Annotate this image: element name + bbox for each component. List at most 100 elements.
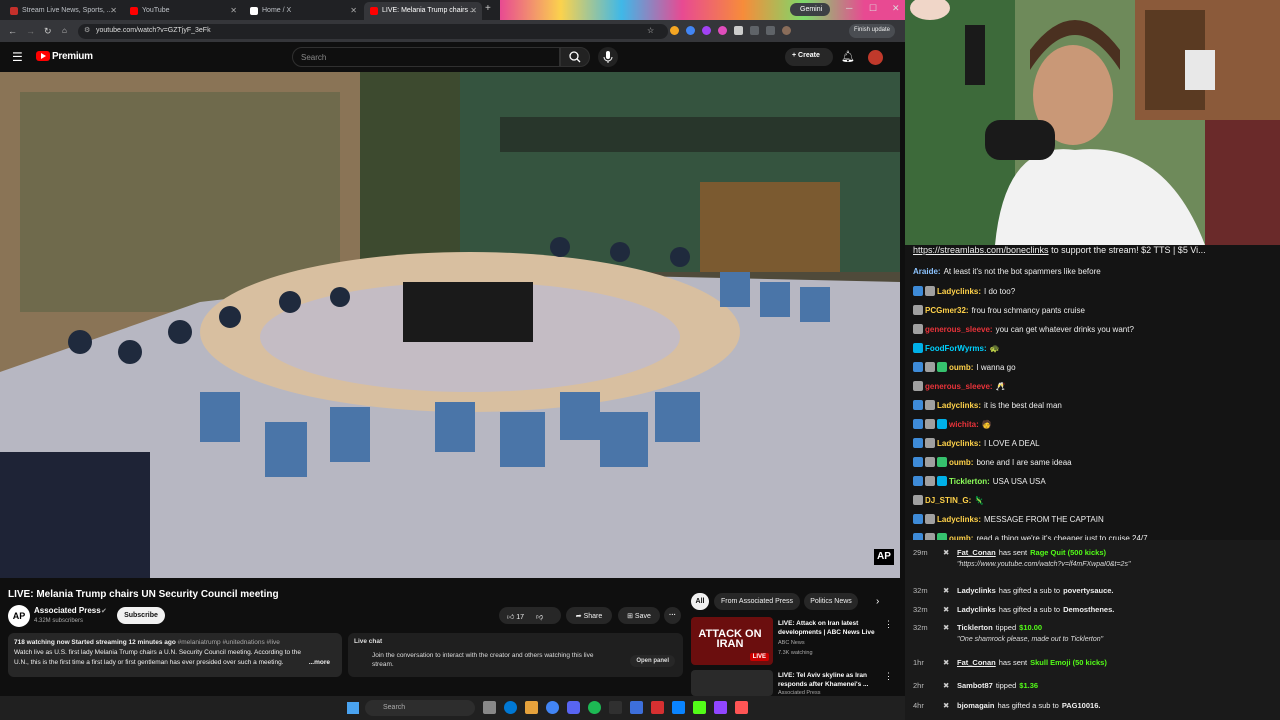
bookmark-star-icon[interactable]: ☆: [647, 26, 654, 35]
profile-avatar[interactable]: [782, 26, 791, 35]
chat-username[interactable]: oumb:: [949, 458, 973, 467]
description-more-link[interactable]: ...more: [309, 658, 330, 668]
voice-search-button[interactable]: [598, 47, 618, 67]
download-icon[interactable]: [766, 26, 775, 35]
browser-tab-1[interactable]: Stream Live News, Sports, ... ✕: [4, 2, 122, 20]
extension-icon[interactable]: [718, 26, 727, 35]
recommendation-channel[interactable]: ABC News: [778, 640, 805, 646]
subscribe-button[interactable]: Subscribe: [117, 607, 165, 624]
new-tab-icon[interactable]: +: [485, 3, 491, 14]
share-button[interactable]: ➦ Share: [566, 607, 612, 624]
chat-username[interactable]: wichita:: [949, 420, 979, 429]
notifications-bell-icon[interactable]: 🔔︎: [841, 50, 855, 63]
chevron-right-icon[interactable]: ›: [876, 596, 879, 607]
extension-icon[interactable]: [702, 26, 711, 35]
close-icon[interactable]: ✕: [110, 6, 117, 15]
close-icon[interactable]: ✕: [350, 6, 357, 15]
open-panel-button[interactable]: Open panel: [630, 655, 675, 667]
finish-update-button[interactable]: Finish update: [849, 24, 895, 38]
windows-start-icon[interactable]: [347, 702, 359, 714]
filter-chip-politics[interactable]: Politics News: [804, 593, 858, 610]
taskbar-search[interactable]: Search: [365, 700, 475, 716]
video-player[interactable]: AP: [0, 72, 900, 578]
like-count[interactable]: 17: [516, 614, 524, 621]
channel-avatar[interactable]: AP: [8, 605, 30, 627]
filter-chip-from-ap[interactable]: From Associated Press: [714, 593, 800, 610]
chat-username[interactable]: Ladyclinks:: [937, 439, 981, 448]
task-view-icon[interactable]: [483, 701, 496, 714]
reload-icon[interactable]: ↻: [44, 26, 52, 37]
create-button[interactable]: + Create: [785, 48, 833, 66]
like-icon[interactable]: 👍︎: [507, 614, 514, 621]
back-icon[interactable]: ←: [8, 26, 17, 36]
event-user[interactable]: Ladyclinks: [957, 586, 996, 595]
more-actions-icon[interactable]: ···: [664, 607, 681, 624]
youtube-logo-text[interactable]: Premium: [52, 51, 93, 62]
app-icon[interactable]: [609, 701, 622, 714]
edge-icon[interactable]: [504, 701, 517, 714]
app-icon[interactable]: [651, 701, 664, 714]
chat-username[interactable]: Araide:: [913, 267, 941, 276]
window-close-icon[interactable]: ✕: [892, 3, 900, 14]
chat-username[interactable]: Ladyclinks:: [937, 287, 981, 296]
browser-tab-2[interactable]: YouTube ✕: [124, 2, 242, 20]
gemini-button[interactable]: Gemini: [790, 3, 830, 16]
close-icon[interactable]: ✕: [470, 6, 477, 15]
recommendation-thumbnail[interactable]: [691, 670, 773, 696]
hamburger-menu-icon[interactable]: ☰: [12, 50, 23, 64]
chat-username[interactable]: Ladyclinks:: [937, 401, 981, 410]
chat-username[interactable]: Ticklerton:: [949, 477, 990, 486]
chat-username[interactable]: FoodForWyrms:: [925, 344, 987, 353]
chrome-icon[interactable]: [546, 701, 559, 714]
app-icon[interactable]: [630, 701, 643, 714]
extension-icon[interactable]: [670, 26, 679, 35]
more-vert-icon[interactable]: ⋮: [884, 619, 893, 630]
chat-username[interactable]: PCGmer32:: [925, 306, 969, 315]
chat-username[interactable]: DJ_STIN_G:: [925, 496, 971, 505]
video-description[interactable]: 718 watching now Started streaming 12 mi…: [8, 633, 342, 677]
app-icon[interactable]: [672, 701, 685, 714]
site-info-icon[interactable]: ⚙: [84, 26, 90, 34]
app-icon[interactable]: [735, 701, 748, 714]
filter-chip-all[interactable]: All: [691, 593, 709, 610]
close-icon[interactable]: ✕: [230, 6, 237, 15]
streamlabs-link[interactable]: https://streamlabs.com/boneclinks: [913, 245, 1049, 255]
event-user[interactable]: Ticklerton: [957, 623, 993, 632]
event-user[interactable]: Ladyclinks: [957, 605, 996, 614]
youtube-logo-icon[interactable]: [36, 51, 50, 61]
event-user[interactable]: bjomagain: [957, 701, 995, 710]
chat-username[interactable]: generous_sleeve:: [925, 382, 993, 391]
dislike-icon[interactable]: 👎︎: [536, 614, 543, 621]
extension-icon[interactable]: [686, 26, 695, 35]
spotify-icon[interactable]: [588, 701, 601, 714]
chat-username[interactable]: oumb:: [949, 363, 973, 372]
save-button[interactable]: ⊞ Save: [618, 607, 660, 624]
browser-tab-3[interactable]: Home / X ✕: [244, 2, 362, 20]
discord-icon[interactable]: [567, 701, 580, 714]
extension-icon[interactable]: [734, 26, 743, 35]
recommendation-thumbnail[interactable]: ATTACK ON IRAN LIVE: [691, 617, 773, 665]
home-icon[interactable]: ⌂: [62, 26, 67, 35]
file-explorer-icon[interactable]: [525, 701, 538, 714]
event-user[interactable]: Fat_Conan: [957, 548, 996, 557]
maximize-icon[interactable]: ☐: [869, 3, 877, 14]
channel-name[interactable]: Associated Press: [34, 606, 101, 615]
minimize-icon[interactable]: ─: [846, 3, 852, 13]
chat-username[interactable]: generous_sleeve:: [925, 325, 993, 334]
forward-icon[interactable]: →: [26, 26, 35, 36]
search-button[interactable]: [560, 47, 590, 67]
description-hashtags[interactable]: #melaniatrump #unitednations #live: [178, 639, 280, 646]
chat-username[interactable]: Ladyclinks:: [937, 515, 981, 524]
puzzle-icon[interactable]: [750, 26, 759, 35]
recommendation-title[interactable]: LIVE: Attack on Iran latest developments…: [778, 619, 878, 637]
more-vert-icon[interactable]: ⋮: [884, 671, 893, 682]
search-input[interactable]: Search: [292, 47, 560, 67]
event-user[interactable]: Sambot87: [957, 681, 993, 690]
event-user[interactable]: Fat_Conan: [957, 658, 996, 667]
address-bar[interactable]: youtube.com/watch?v=GZTjyF_3eFk: [78, 24, 668, 39]
recommendation-title[interactable]: LIVE: Tel Aviv skyline as Iran responds …: [778, 671, 878, 689]
browser-tab-active[interactable]: LIVE: Melania Trump chairs ... ✕: [364, 2, 482, 20]
account-avatar[interactable]: [868, 50, 883, 65]
twitch-icon[interactable]: [714, 701, 727, 714]
kick-icon[interactable]: [693, 701, 706, 714]
